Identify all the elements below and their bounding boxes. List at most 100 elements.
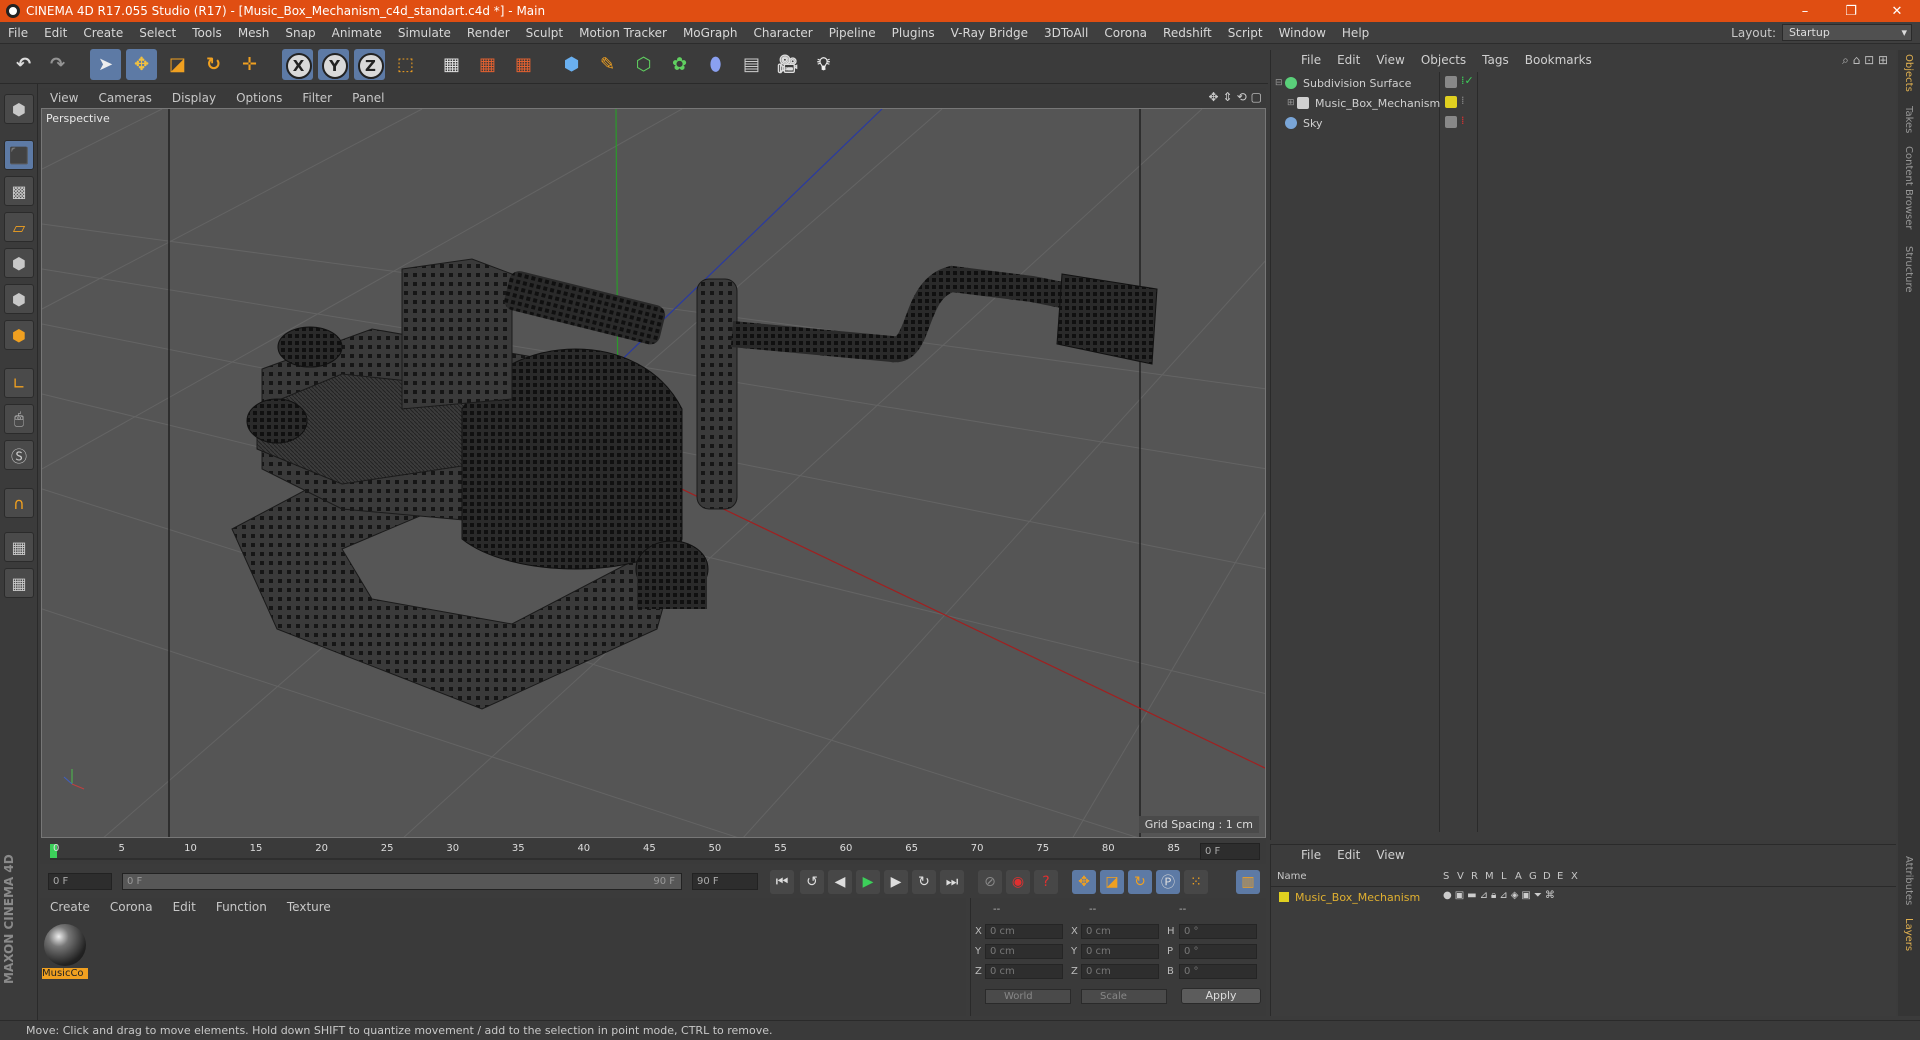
material-menu-texture[interactable]: Texture xyxy=(277,900,341,914)
menu-select[interactable]: Select xyxy=(131,26,184,40)
layer-color-swatch[interactable] xyxy=(1279,892,1289,902)
solo-mode-icon[interactable]: Ⓢ xyxy=(4,440,34,470)
layout-dropdown[interactable]: Startup xyxy=(1782,24,1912,41)
menu-character[interactable]: Character xyxy=(745,26,820,40)
menu-vray-bridge[interactable]: V-Ray Bridge xyxy=(943,26,1036,40)
material-menu-corona[interactable]: Corona xyxy=(100,900,163,914)
menu-create[interactable]: Create xyxy=(75,26,131,40)
menu-file[interactable]: File xyxy=(0,26,36,40)
coordinate-system-icon[interactable]: ⬚ xyxy=(390,49,421,80)
tab-content-browser[interactable]: Content Browser xyxy=(1903,146,1914,229)
menu-3dtoall[interactable]: 3DToAll xyxy=(1036,26,1096,40)
menu-redshift[interactable]: Redshift xyxy=(1155,26,1220,40)
viewport-menu-view[interactable]: View xyxy=(40,91,88,105)
menu-motion-tracker[interactable]: Motion Tracker xyxy=(571,26,675,40)
select-cursor-icon[interactable]: ➤ xyxy=(90,49,121,80)
tab-takes[interactable]: Takes xyxy=(1903,106,1914,133)
objmgr-menu-view[interactable]: View xyxy=(1368,53,1412,67)
pos-x-field[interactable]: 0 cm xyxy=(985,924,1063,939)
light-icon[interactable]: 💡︎ xyxy=(808,49,839,80)
menu-mograph[interactable]: MoGraph xyxy=(675,26,746,40)
minimize-button[interactable]: – xyxy=(1782,0,1828,22)
start-frame-field[interactable]: 0 F xyxy=(48,873,112,890)
laymgr-menu-view[interactable]: View xyxy=(1368,848,1412,862)
redo-icon[interactable]: ↷ xyxy=(42,49,73,80)
go-to-start-icon[interactable]: ⏮ xyxy=(770,870,794,894)
laymgr-menu-edit[interactable]: Edit xyxy=(1329,848,1368,862)
timeline-window-icon[interactable]: ▥ xyxy=(1236,870,1260,894)
material-preview-ball[interactable] xyxy=(44,924,86,966)
key-position-icon[interactable]: ✥ xyxy=(1072,870,1096,894)
layer-tag-icon[interactable] xyxy=(1445,116,1457,128)
render-picture-viewer-icon[interactable]: ▦ xyxy=(472,49,503,80)
menu-render[interactable]: Render xyxy=(459,26,518,40)
scale-tool-icon[interactable]: ◪ xyxy=(162,49,193,80)
deformer-icon[interactable]: ⬮ xyxy=(700,49,731,80)
toggle-view-icon[interactable]: ▢ xyxy=(1251,90,1262,104)
maximize-button[interactable]: ❐ xyxy=(1828,0,1874,22)
object-row-sky[interactable]: Sky xyxy=(1275,114,1322,132)
dolly-icon[interactable]: ⇕ xyxy=(1223,90,1233,104)
make-editable-icon[interactable]: ⬢ xyxy=(4,94,34,124)
size-mode-select[interactable]: Scale xyxy=(1081,989,1167,1004)
rot-p-field[interactable]: 0 ° xyxy=(1179,944,1257,959)
workplane-icon[interactable]: ▱ xyxy=(4,212,34,242)
apply-button[interactable]: Apply xyxy=(1181,988,1261,1004)
rot-b-field[interactable]: 0 ° xyxy=(1179,964,1257,979)
object-row-music-box-mechanism[interactable]: ⊞ Music_Box_Mechanism xyxy=(1287,94,1440,112)
collapse-icon[interactable]: ⊟ xyxy=(1275,78,1285,88)
next-key-icon[interactable]: ↻ xyxy=(912,870,936,894)
viewport-menu-cameras[interactable]: Cameras xyxy=(88,91,161,105)
timeline-ruler[interactable]: 051015202530354045505560657075808590 0 F xyxy=(40,840,1266,864)
workplane-lock-icon[interactable]: ▦ xyxy=(4,532,34,562)
layer-tag-icon[interactable] xyxy=(1445,76,1457,88)
menu-snap[interactable]: Snap xyxy=(277,26,323,40)
pos-z-field[interactable]: 0 cm xyxy=(985,964,1063,979)
menu-sculpt[interactable]: Sculpt xyxy=(518,26,571,40)
menu-simulate[interactable]: Simulate xyxy=(390,26,459,40)
objmgr-menu-objects[interactable]: Objects xyxy=(1413,53,1474,67)
viewport-menu-filter[interactable]: Filter xyxy=(292,91,342,105)
previous-key-icon[interactable]: ↺ xyxy=(800,870,824,894)
key-point-level-icon[interactable]: ⁙ xyxy=(1184,870,1208,894)
previous-frame-icon[interactable]: ◀ xyxy=(828,870,852,894)
size-x-field[interactable]: 0 cm xyxy=(1081,924,1159,939)
viewport-menu-options[interactable]: Options xyxy=(226,91,292,105)
floor-icon[interactable]: ▤ xyxy=(736,49,767,80)
frame-range-slider[interactable]: 0 F 90 F xyxy=(122,873,682,890)
render-off-dot-icon[interactable]: ⁞ xyxy=(1461,114,1465,127)
render-settings-icon[interactable]: ▦ xyxy=(508,49,539,80)
material-menu-function[interactable]: Function xyxy=(206,900,277,914)
layer-color-swatch[interactable] xyxy=(1445,96,1457,108)
pen-spline-icon[interactable]: ✎ xyxy=(592,49,623,80)
points-mode-icon[interactable]: ⬢ xyxy=(4,248,34,278)
coordinate-mode-select[interactable]: World xyxy=(985,989,1071,1004)
menu-pipeline[interactable]: Pipeline xyxy=(821,26,884,40)
camera-icon[interactable]: 🎥︎ xyxy=(772,49,803,80)
menu-plugins[interactable]: Plugins xyxy=(884,26,943,40)
menu-help[interactable]: Help xyxy=(1334,26,1377,40)
model-mode-icon[interactable]: ⬛ xyxy=(4,140,34,170)
layer-row[interactable]: Music_Box_Mechanism xyxy=(1279,889,1420,905)
object-row-subdivision-surface[interactable]: ⊟ Subdivision Surface xyxy=(1275,74,1411,92)
autokey-icon[interactable]: ◉ xyxy=(1006,870,1030,894)
enabled-check-icon[interactable]: ⁞✓ xyxy=(1461,74,1474,87)
cloner-icon[interactable]: ✿ xyxy=(664,49,695,80)
objmgr-menu-tags[interactable]: Tags xyxy=(1474,53,1517,67)
perspective-viewport[interactable]: Perspective Grid Spacing : 1 cm xyxy=(41,108,1266,838)
menu-edit[interactable]: Edit xyxy=(36,26,75,40)
axis-z-button[interactable]: Z xyxy=(354,49,385,80)
tweak-mode-icon[interactable]: 🖱︎ xyxy=(4,404,34,434)
tab-attributes[interactable]: Attributes xyxy=(1903,856,1914,905)
visibility-dots-icon[interactable]: ⁞ xyxy=(1461,94,1465,107)
layer-toggle-icons[interactable]: ●▣▬⊿🔒︎⊿◈▣⏷⌘ xyxy=(1443,890,1558,901)
move-tool-icon[interactable]: ✥ xyxy=(126,49,157,80)
edges-mode-icon[interactable]: ⬢ xyxy=(4,284,34,314)
transform-tool-icon[interactable]: ✛ xyxy=(234,49,265,80)
material-menu-edit[interactable]: Edit xyxy=(163,900,206,914)
next-frame-icon[interactable]: ▶ xyxy=(884,870,908,894)
key-parameter-icon[interactable]: Ⓟ xyxy=(1156,870,1180,894)
tab-layers[interactable]: Layers xyxy=(1903,918,1914,951)
undo-icon[interactable]: ↶ xyxy=(8,49,39,80)
menu-script[interactable]: Script xyxy=(1220,26,1271,40)
